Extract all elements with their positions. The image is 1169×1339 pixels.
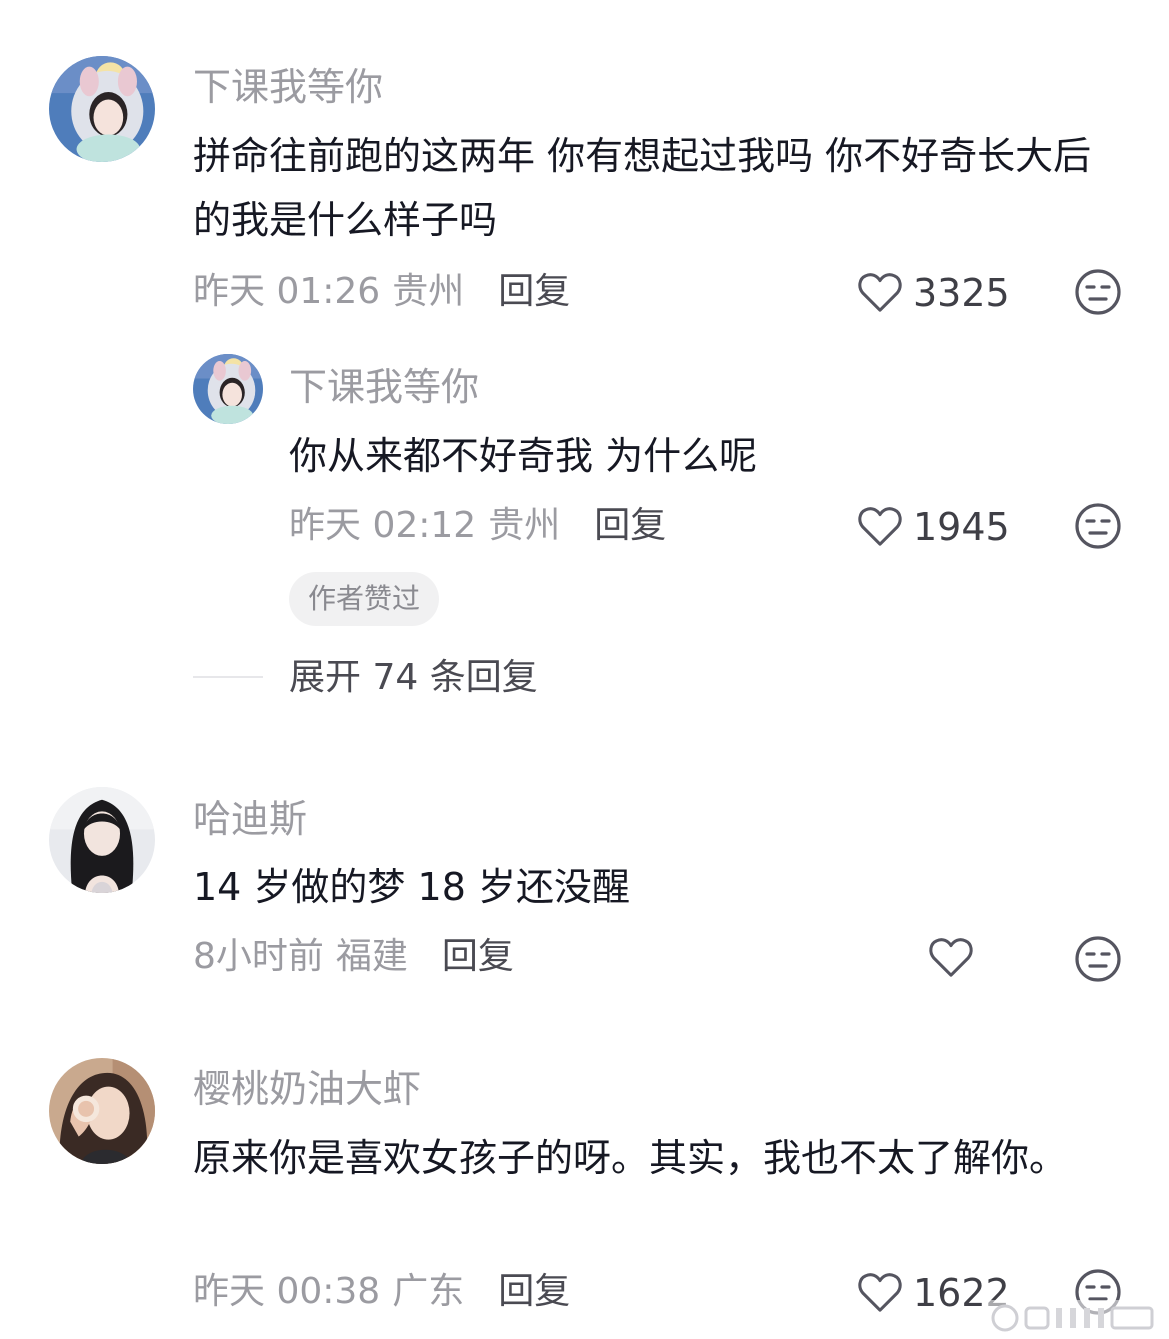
avatar[interactable] xyxy=(49,787,155,893)
author-liked-badge: 作者赞过 xyxy=(289,572,440,626)
comment-meta: 昨天 01:26 贵州 回复 xyxy=(193,270,570,314)
comment-time: 8小时前 xyxy=(193,936,324,977)
comment-text: 拼命往前跑的这两年 你有想起过我吗 你不好奇长大后的我是什么样子吗 xyxy=(193,134,1092,242)
avatar[interactable] xyxy=(193,354,263,424)
heart-outline-icon xyxy=(858,507,902,546)
expand-divider xyxy=(193,676,263,678)
comment-username[interactable]: 下课我等你 xyxy=(193,64,383,110)
girl-hood-avatar-icon xyxy=(193,354,263,424)
dislike-button[interactable] xyxy=(1074,268,1122,316)
neutral-face-icon xyxy=(1075,503,1121,549)
avatar[interactable] xyxy=(49,56,155,162)
reply-meta: 昨天 02:12 贵州 回复 xyxy=(289,504,666,548)
comment-text: 14 岁做的梦 18 岁还没醒 xyxy=(193,865,630,909)
reply-location: 贵州 xyxy=(488,505,561,546)
avatar[interactable] xyxy=(49,1058,155,1164)
comment-time: 昨天 01:26 xyxy=(193,271,381,312)
comment-username[interactable]: 樱桃奶油大虾 xyxy=(193,1066,421,1112)
dislike-button[interactable] xyxy=(1074,502,1122,550)
neutral-face-icon xyxy=(1075,269,1121,315)
like-button[interactable]: 3325 xyxy=(857,271,1010,315)
watermark-icon xyxy=(991,1304,1154,1332)
comment-location: 广东 xyxy=(392,1271,465,1312)
like-button[interactable] xyxy=(928,937,974,979)
reply-username[interactable]: 下课我等你 xyxy=(289,364,479,410)
reply-button[interactable]: 回复 xyxy=(442,935,514,979)
comment-time: 昨天 00:38 xyxy=(193,1271,381,1312)
like-count: 1945 xyxy=(913,505,1010,549)
comment-text: 原来你是喜欢女孩子的呀。其实，我也不太了解你。 xyxy=(193,1136,1068,1180)
selfie-girl-avatar-icon xyxy=(49,1058,155,1164)
reply-time: 昨天 02:12 xyxy=(289,505,477,546)
heart-outline-icon xyxy=(858,273,902,312)
reply-button[interactable]: 回复 xyxy=(498,1270,570,1314)
heart-outline-icon xyxy=(929,938,973,977)
reply-text: 你从来都不好奇我 为什么呢 xyxy=(289,434,758,478)
like-button[interactable]: 1945 xyxy=(857,505,1010,549)
comment-location: 福建 xyxy=(335,936,408,977)
expand-replies-button[interactable]: 展开 74 条回复 xyxy=(289,656,538,700)
comment-meta: 8小时前 福建 回复 xyxy=(193,935,514,979)
comment-location: 贵州 xyxy=(392,271,465,312)
heart-outline-icon xyxy=(858,1273,902,1312)
reply-button[interactable]: 回复 xyxy=(498,270,570,314)
girl-hood-avatar-icon xyxy=(49,56,155,162)
neutral-face-icon xyxy=(1075,936,1121,982)
reply-button[interactable]: 回复 xyxy=(594,504,666,548)
long-hair-girl-avatar-icon xyxy=(49,787,155,893)
like-count: 3325 xyxy=(913,271,1010,315)
dislike-button[interactable] xyxy=(1074,935,1122,983)
comment-username[interactable]: 哈迪斯 xyxy=(193,796,307,842)
watermark-logo xyxy=(985,1300,1165,1336)
comment-meta: 昨天 00:38 广东 回复 xyxy=(193,1270,570,1314)
